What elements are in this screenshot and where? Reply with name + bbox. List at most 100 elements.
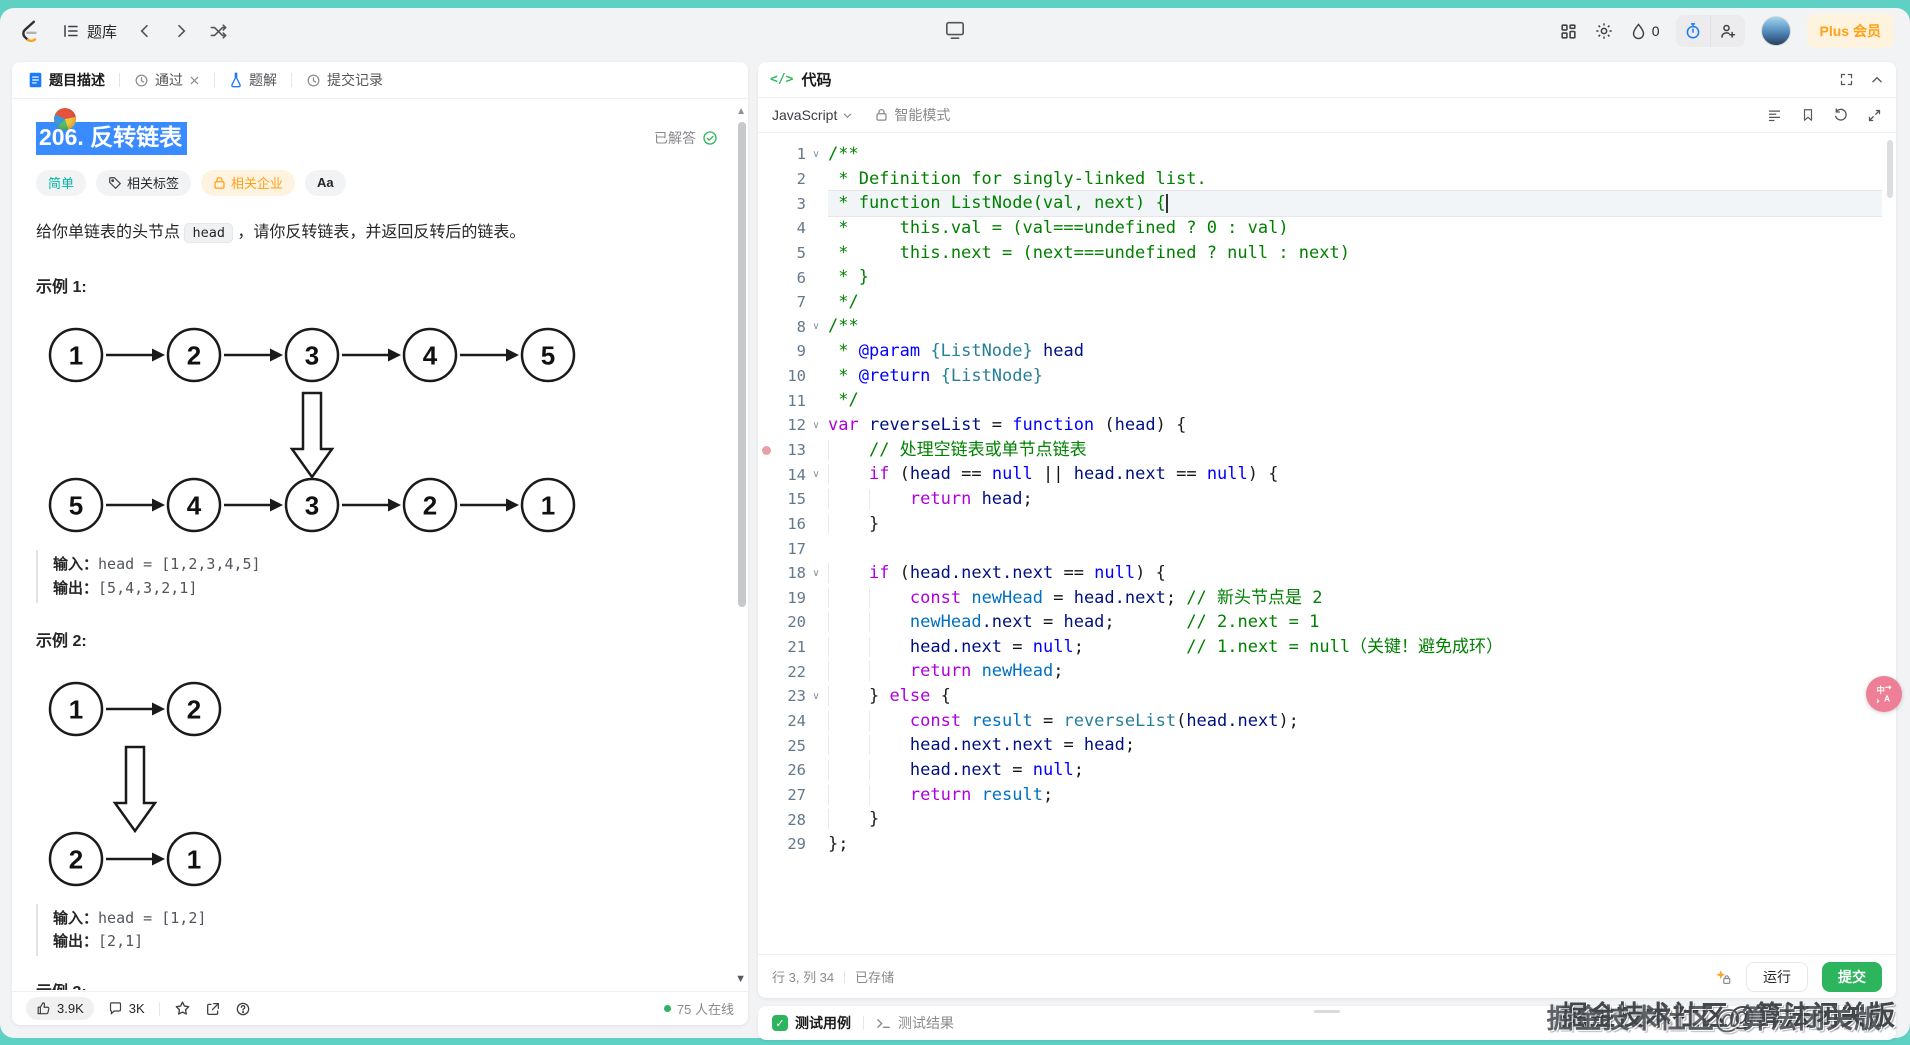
gutter-line[interactable]: 1∨ <box>758 142 828 167</box>
gutter-line[interactable]: 23∨ <box>758 684 828 709</box>
gutter-line[interactable]: 24 <box>758 709 828 734</box>
code-line[interactable]: if (head == null || head.next == null) { <box>828 462 1882 487</box>
code-line[interactable]: * function ListNode(val, next) { <box>828 191 1882 216</box>
code-line[interactable]: * this.next = (next===undefined ? null :… <box>828 241 1882 266</box>
line-number[interactable]: 26 <box>774 761 806 779</box>
scrollbar-up-arrow[interactable]: ▲ <box>736 106 746 117</box>
code-line[interactable]: }; <box>828 832 1882 857</box>
share-button[interactable] <box>205 1001 221 1017</box>
line-number[interactable]: 11 <box>774 392 806 410</box>
code-line[interactable]: /** <box>828 314 1882 339</box>
line-number[interactable]: 3 <box>774 195 806 213</box>
like-button[interactable]: 3.9K <box>26 997 94 1020</box>
gutter-line[interactable]: 28 <box>758 807 828 832</box>
help-button[interactable] <box>235 1001 251 1017</box>
star-button[interactable] <box>174 1000 191 1017</box>
gutter-line[interactable]: 17 <box>758 536 828 561</box>
gutter-line[interactable]: 22 <box>758 659 828 684</box>
tab-accepted[interactable]: 通过 <box>130 66 204 94</box>
comments-button[interactable]: 3K <box>108 1001 145 1016</box>
next-problem-button[interactable] <box>173 23 189 39</box>
gutter-line[interactable]: 3 <box>758 191 828 216</box>
line-number[interactable]: 24 <box>774 712 806 730</box>
layout-grid-icon[interactable] <box>1559 22 1578 41</box>
stopwatch-icon[interactable] <box>1676 15 1710 47</box>
code-line[interactable]: head.next = null; <box>828 758 1882 783</box>
code-line[interactable]: } <box>828 807 1882 832</box>
invite-user-icon[interactable] <box>1711 15 1745 47</box>
related-companies-button[interactable]: 相关企业 <box>201 170 295 196</box>
line-number[interactable]: 9 <box>774 342 806 360</box>
collapse-panel-icon[interactable] <box>1870 73 1884 87</box>
line-number[interactable]: 10 <box>774 367 806 385</box>
code-line[interactable]: var reverseList = function (head) { <box>828 413 1882 438</box>
code-editor[interactable]: 1∨2345678∨9101112∨1314∨15161718∨19202122… <box>758 134 1896 954</box>
gutter-line[interactable]: 7 <box>758 290 828 315</box>
code-line[interactable]: newHead.next = head; // 2.next = 1 <box>828 610 1882 635</box>
code-line[interactable]: /** <box>828 142 1882 167</box>
code-line[interactable]: * } <box>828 265 1882 290</box>
tab-submissions[interactable]: 提交记录 <box>302 66 387 94</box>
line-number[interactable]: 27 <box>774 786 806 804</box>
line-number[interactable]: 19 <box>774 589 806 607</box>
fold-chevron-icon[interactable]: ∨ <box>806 149 826 160</box>
breakpoint-margin[interactable] <box>758 446 774 455</box>
code-line[interactable]: } <box>828 512 1882 537</box>
ai-debug-icon[interactable] <box>1714 968 1732 986</box>
line-number[interactable]: 29 <box>774 835 806 853</box>
submit-button[interactable]: 提交 <box>1822 962 1882 992</box>
gutter-line[interactable]: 11 <box>758 388 828 413</box>
reset-code-icon[interactable] <box>1833 107 1849 123</box>
fold-chevron-icon[interactable]: ∨ <box>806 321 826 332</box>
user-avatar[interactable] <box>1761 16 1791 46</box>
monitor-icon[interactable] <box>944 20 966 40</box>
gutter-line[interactable]: 12∨ <box>758 413 828 438</box>
left-panel-scrollbar[interactable] <box>738 122 746 607</box>
leetcode-logo[interactable] <box>16 18 42 44</box>
gutter-line[interactable]: 16 <box>758 512 828 537</box>
daily-streak[interactable]: 0 <box>1630 22 1660 41</box>
line-number[interactable]: 2 <box>774 170 806 188</box>
gutter-line[interactable]: 18∨ <box>758 561 828 586</box>
code-line[interactable]: const result = reverseList(head.next); <box>828 709 1882 734</box>
fold-chevron-icon[interactable]: ∨ <box>806 691 826 702</box>
font-size-button[interactable]: Aa <box>305 170 346 196</box>
drag-handle[interactable] <box>1314 1010 1340 1013</box>
gutter-line[interactable]: 13 <box>758 438 828 463</box>
editor-gutter[interactable]: 1∨2345678∨9101112∨1314∨15161718∨19202122… <box>758 142 828 857</box>
smart-mode-toggle[interactable]: 智能模式 <box>875 105 950 125</box>
fold-chevron-icon[interactable]: ∨ <box>806 568 826 579</box>
related-tags-button[interactable]: 相关标签 <box>96 170 191 196</box>
gutter-line[interactable]: 27 <box>758 783 828 808</box>
tab-solutions[interactable]: 题解 <box>225 66 281 94</box>
line-number[interactable]: 14 <box>774 466 806 484</box>
line-number[interactable]: 18 <box>774 564 806 582</box>
gutter-line[interactable]: 5 <box>758 241 828 266</box>
format-code-icon[interactable] <box>1766 108 1783 123</box>
gutter-line[interactable]: 14∨ <box>758 462 828 487</box>
difficulty-badge[interactable]: 简单 <box>36 170 86 196</box>
line-number[interactable]: 25 <box>774 737 806 755</box>
editor-scrollbar[interactable] <box>1887 140 1893 198</box>
line-number[interactable]: 21 <box>774 638 806 656</box>
gutter-line[interactable]: 9 <box>758 339 828 364</box>
line-number[interactable]: 8 <box>774 318 806 336</box>
problem-list-nav[interactable]: 题库 <box>62 21 117 42</box>
fold-chevron-icon[interactable]: ∨ <box>806 469 826 480</box>
gutter-line[interactable]: 6 <box>758 265 828 290</box>
gutter-line[interactable]: 4 <box>758 216 828 241</box>
line-number[interactable]: 28 <box>774 811 806 829</box>
gutter-line[interactable]: 10 <box>758 364 828 389</box>
fold-chevron-icon[interactable]: ∨ <box>806 420 826 431</box>
code-line[interactable]: head.next = null; // 1.next = null（关键！避免… <box>828 635 1882 660</box>
close-icon[interactable] <box>189 75 200 86</box>
gutter-line[interactable]: 20 <box>758 610 828 635</box>
line-number[interactable]: 13 <box>774 441 806 459</box>
gutter-line[interactable]: 15 <box>758 487 828 512</box>
line-number[interactable]: 1 <box>774 145 806 163</box>
code-line[interactable]: return newHead; <box>828 659 1882 684</box>
code-line[interactable] <box>828 536 1882 561</box>
code-line[interactable]: head.next.next = head; <box>828 733 1882 758</box>
code-line[interactable]: return head; <box>828 487 1882 512</box>
tab-description[interactable]: 题目描述 <box>24 66 109 94</box>
